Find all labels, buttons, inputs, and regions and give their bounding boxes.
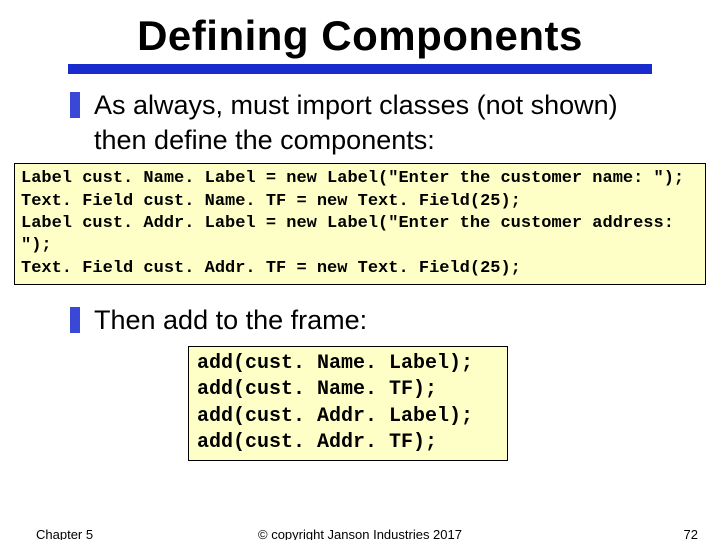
title-underline <box>68 64 652 74</box>
bullet-icon <box>70 307 80 333</box>
bullet-text: As always, must import classes (not show… <box>94 88 664 157</box>
code-block-adds: add(cust. Name. Label); add(cust. Name. … <box>188 346 508 462</box>
bullet-item: As always, must import classes (not show… <box>70 88 664 157</box>
bullet-text: Then add to the frame: <box>94 303 367 338</box>
bullet-item: Then add to the frame: <box>70 303 664 338</box>
slide-footer: Chapter 5 © copyright Janson Industries … <box>0 527 720 540</box>
bullet-icon <box>70 92 80 118</box>
footer-copyright: © copyright Janson Industries 2017 <box>0 527 720 540</box>
code-block-definitions: Label cust. Name. Label = new Label("Ent… <box>14 163 706 285</box>
slide-title: Defining Components <box>0 12 720 60</box>
slide: Defining Components As always, must impo… <box>0 12 720 540</box>
